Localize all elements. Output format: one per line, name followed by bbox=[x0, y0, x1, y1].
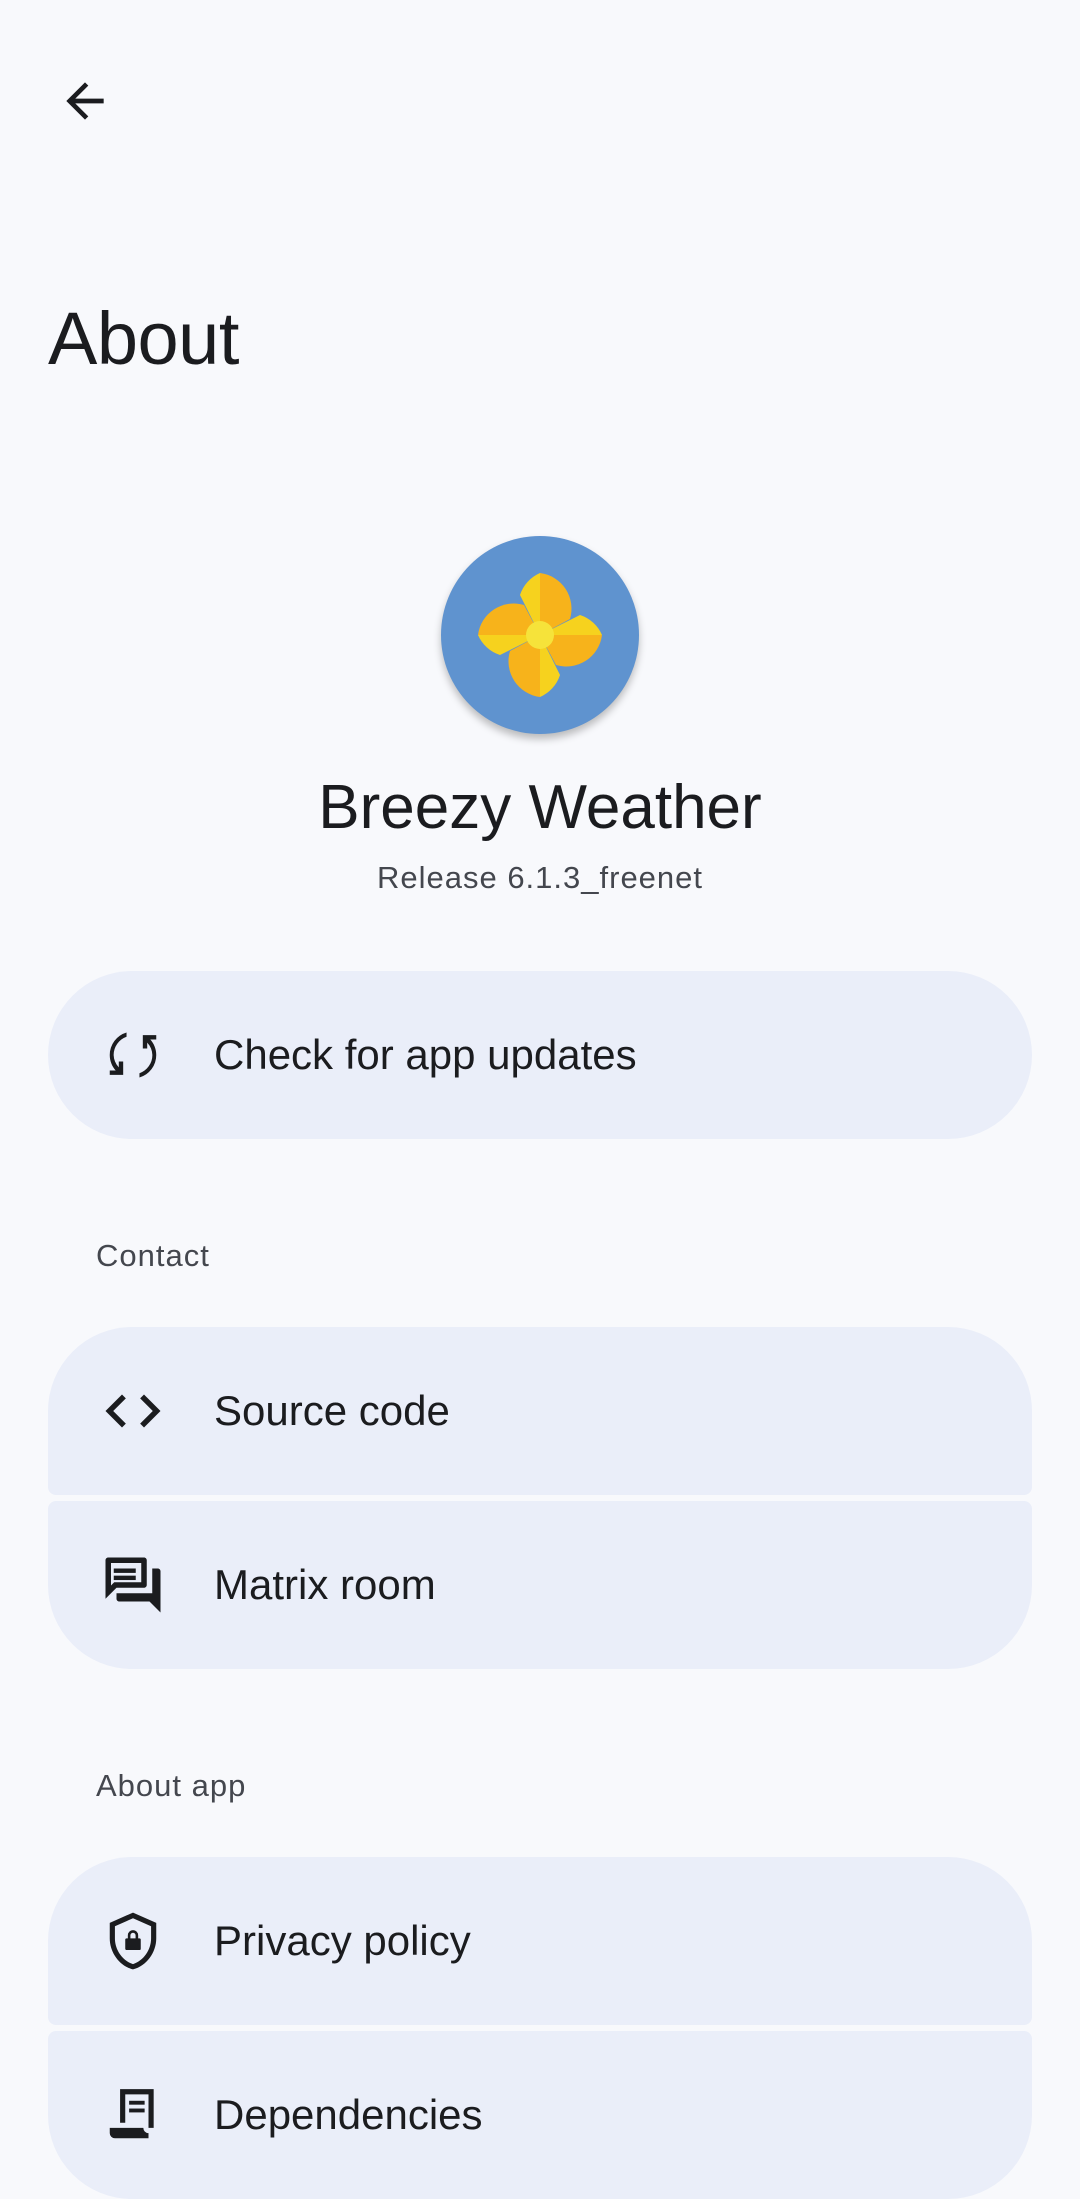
section-header-contact: Contact bbox=[96, 1238, 210, 1273]
app-version: Release 6.1.3_freenet bbox=[376, 860, 704, 895]
privacy-policy-label: Privacy policy bbox=[214, 1917, 471, 1964]
source-code-item[interactable]: Source code bbox=[48, 1327, 1032, 1495]
dependencies-item[interactable]: Dependencies bbox=[48, 2031, 1032, 2199]
dependencies-label: Dependencies bbox=[214, 2091, 483, 2138]
privacy-shield-icon bbox=[98, 1906, 168, 1976]
source-code-label: Source code bbox=[214, 1387, 450, 1434]
privacy-policy-item[interactable]: Privacy policy bbox=[48, 1857, 1032, 2025]
back-button[interactable] bbox=[40, 56, 130, 146]
forum-icon bbox=[98, 1550, 168, 1620]
check-updates-button[interactable]: Check for app updates bbox=[48, 971, 1032, 1139]
app-logo bbox=[441, 536, 639, 734]
update-icon bbox=[98, 1020, 168, 1090]
matrix-room-item[interactable]: Matrix room bbox=[48, 1501, 1032, 1669]
check-updates-label: Check for app updates bbox=[214, 1031, 637, 1078]
section-header-about-app: About app bbox=[96, 1768, 247, 1803]
app-name: Breezy Weather bbox=[318, 773, 762, 842]
dependencies-icon bbox=[98, 2080, 168, 2150]
page-title: About bbox=[48, 297, 239, 380]
matrix-room-label: Matrix room bbox=[214, 1561, 436, 1608]
code-icon bbox=[98, 1376, 168, 1446]
breezy-weather-logo-icon bbox=[478, 573, 602, 697]
arrow-back-icon bbox=[66, 82, 104, 120]
